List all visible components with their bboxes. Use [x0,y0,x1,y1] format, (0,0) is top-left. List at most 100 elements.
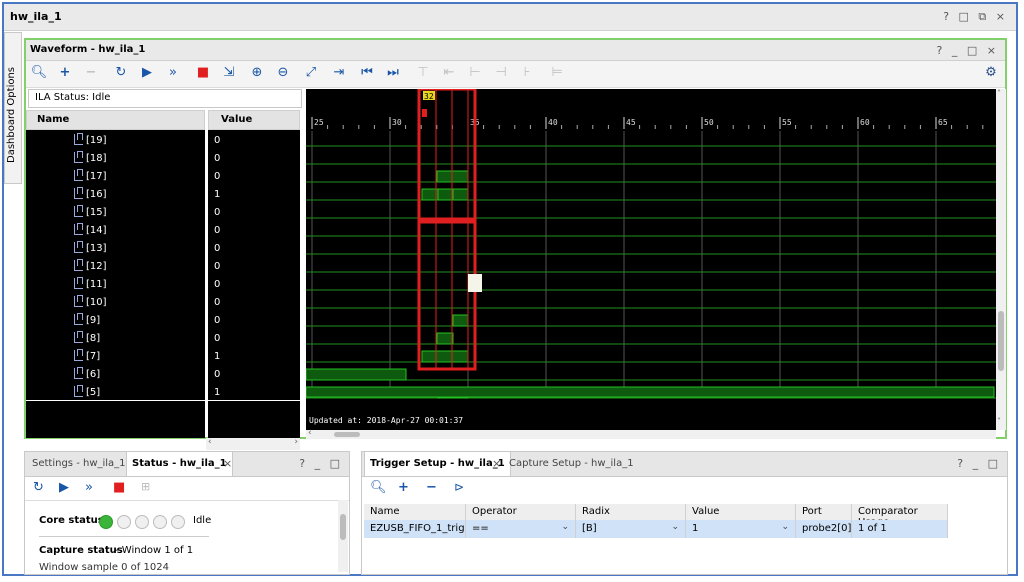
timeline-tick-label: 50 [704,118,714,127]
horizontal-scroll-thumb[interactable] [334,432,360,437]
highlight-box-bottom [417,220,477,371]
column-header-radix[interactable]: Radix [576,504,686,520]
tab-capture-setup[interactable]: Capture Setup - hw_ila_1 [504,452,639,476]
tab-trigger-setup[interactable]: Trigger Setup - hw_ila_1 [364,452,511,476]
cursor-handle[interactable] [468,274,482,292]
search-icon[interactable]: 🔍︎ [370,480,387,495]
signal-high-pulse [306,386,995,398]
divider [25,500,349,501]
add-icon[interactable]: + [398,480,409,495]
waveform-panel-controls[interactable]: ? _ □ × [937,44,999,57]
timeline-tick-label: 55 [782,118,792,127]
close-icon[interactable]: × [492,457,501,470]
signal-icon [74,187,83,199]
auto-retrigger-icon[interactable]: » [164,64,182,82]
add-marker-icon[interactable]: ⊤ [414,64,432,82]
value-horizontal-scrollbar[interactable]: ‹ › [206,437,300,450]
run-trigger-icon[interactable]: ▶ [138,64,156,82]
run-trigger-immediate-icon[interactable]: ↻ [112,64,130,82]
tab-status[interactable]: Status - hw_ila_1 [126,452,233,476]
trigger-marker [422,109,427,117]
scroll-right-icon[interactable]: › [294,437,298,447]
zoom-fit-icon[interactable]: ⤢ [302,64,320,82]
zoom-out-icon[interactable]: ⊖ [274,64,292,82]
add-icon[interactable]: + [56,64,74,82]
status-dot-active [99,515,113,529]
go-to-cursor-icon[interactable]: ⇥ [330,64,348,82]
stop-trigger-icon[interactable]: ■ [113,480,125,495]
go-to-start-icon[interactable]: ⏮ [358,64,376,82]
column-header-name[interactable]: Name [364,504,466,520]
scroll-left-icon[interactable]: ‹ [208,437,212,447]
signal-icon [74,241,83,253]
column-header-comparator-usage[interactable]: Comparator Usage [852,504,948,528]
window-controls[interactable]: ? □ ⧉ × [943,10,1008,24]
status-panel: Settings - hw_ila_1 Status - hw_ila_1 × … [24,451,350,575]
remove-icon[interactable]: − [426,480,437,495]
tab-settings[interactable]: Settings - hw_ila_1 [27,452,131,476]
signal-icon [74,331,83,343]
signal-name: [9] [86,315,101,326]
trigger-panel-controls[interactable]: ? _ □ [957,457,1001,470]
value-select[interactable]: 1 ⌄ [686,520,796,538]
list-divider [26,400,205,401]
column-header-value[interactable]: Value [686,504,796,520]
radix-value: [B] [582,523,597,534]
vertical-scroll-thumb[interactable] [998,311,1004,371]
signal-name: [13] [86,243,107,254]
signal-name: [5] [86,387,101,398]
column-header-operator[interactable]: Operator [466,504,576,520]
previous-marker-icon[interactable]: ⊣ [492,64,510,82]
waveform-horizontal-scrollbar[interactable]: ‹ [306,428,996,439]
signal-icon [74,277,83,289]
waveform-canvas[interactable]: 25 30 35 40 45 50 55 60 65 32 Updated at: 2018-A… [306,89,996,430]
swap-cursors-icon[interactable]: ⊨ [548,64,566,82]
run-trigger-immediate-icon[interactable]: ↻ [33,480,44,495]
run-trigger-icon[interactable]: ▶ [59,480,69,495]
ila-status-field: ILA Status: Idle [28,89,302,108]
go-to-end-icon[interactable]: ⏭ [384,64,402,82]
signal-value-list: 0 0 0 1 0 0 0 0 0 0 0 0 1 0 1 [208,130,300,438]
next-marker-icon[interactable]: ⊦ [518,64,536,82]
status-scrollbar[interactable] [338,500,348,572]
signal-icon [74,349,83,361]
waveform-title: Waveform - hw_ila_1 [30,44,146,55]
search-icon[interactable]: 🔍︎ [30,64,48,82]
status-panel-controls[interactable]: ? _ □ [299,457,343,470]
chevron-down-icon: ⌄ [781,522,789,532]
export-icon[interactable]: ⇲ [220,64,238,82]
signal-icon [74,205,83,217]
scroll-up-icon[interactable]: ˄ [997,89,1001,98]
trigger-condition-icon[interactable]: ⊳ [454,480,464,494]
chevron-down-icon: ⌄ [561,522,569,532]
stop-trigger-icon[interactable]: ■ [194,64,212,82]
radix-select[interactable]: [B] ⌄ [576,520,686,538]
column-header-port[interactable]: Port [796,504,852,520]
auto-retrigger-icon[interactable]: » [85,480,93,495]
operator-select[interactable]: == ⌄ [466,520,576,538]
zoom-in-icon[interactable]: ⊕ [248,64,266,82]
trigger-name-cell[interactable]: EZUSB_FIFO_1_trig [364,520,466,538]
status-scroll-thumb[interactable] [340,514,346,540]
status-dot [171,515,185,529]
dashboard-options-tab[interactable]: Dashboard Options [4,32,22,184]
remove-icon[interactable]: − [82,64,100,82]
divider [39,536,209,537]
scroll-left-icon[interactable]: ‹ [308,428,312,438]
previous-transition-icon[interactable]: ⇤ [440,64,458,82]
gear-icon[interactable]: ⚙ [982,64,1000,82]
timeline-ruler: 25 30 35 40 45 50 55 60 65 [311,117,984,129]
waveform-vertical-scrollbar[interactable]: ˄ ˅ [996,89,1006,430]
timeline-tick-label: 45 [626,118,636,127]
next-transition-icon[interactable]: ⊢ [466,64,484,82]
name-column-header[interactable]: Name [26,110,205,130]
cursor-markers [435,89,469,369]
signal-icon [74,367,83,379]
value-column-header[interactable]: Value [208,110,300,130]
scroll-down-icon[interactable]: ˅ [997,417,1001,426]
close-icon[interactable]: × [223,457,232,470]
window-sample-text: Window sample 0 of 1024 [39,562,169,572]
status-dot [135,515,149,529]
reset-icon[interactable]: ⊞ [141,480,150,493]
chevron-down-icon: ⌄ [671,522,679,532]
